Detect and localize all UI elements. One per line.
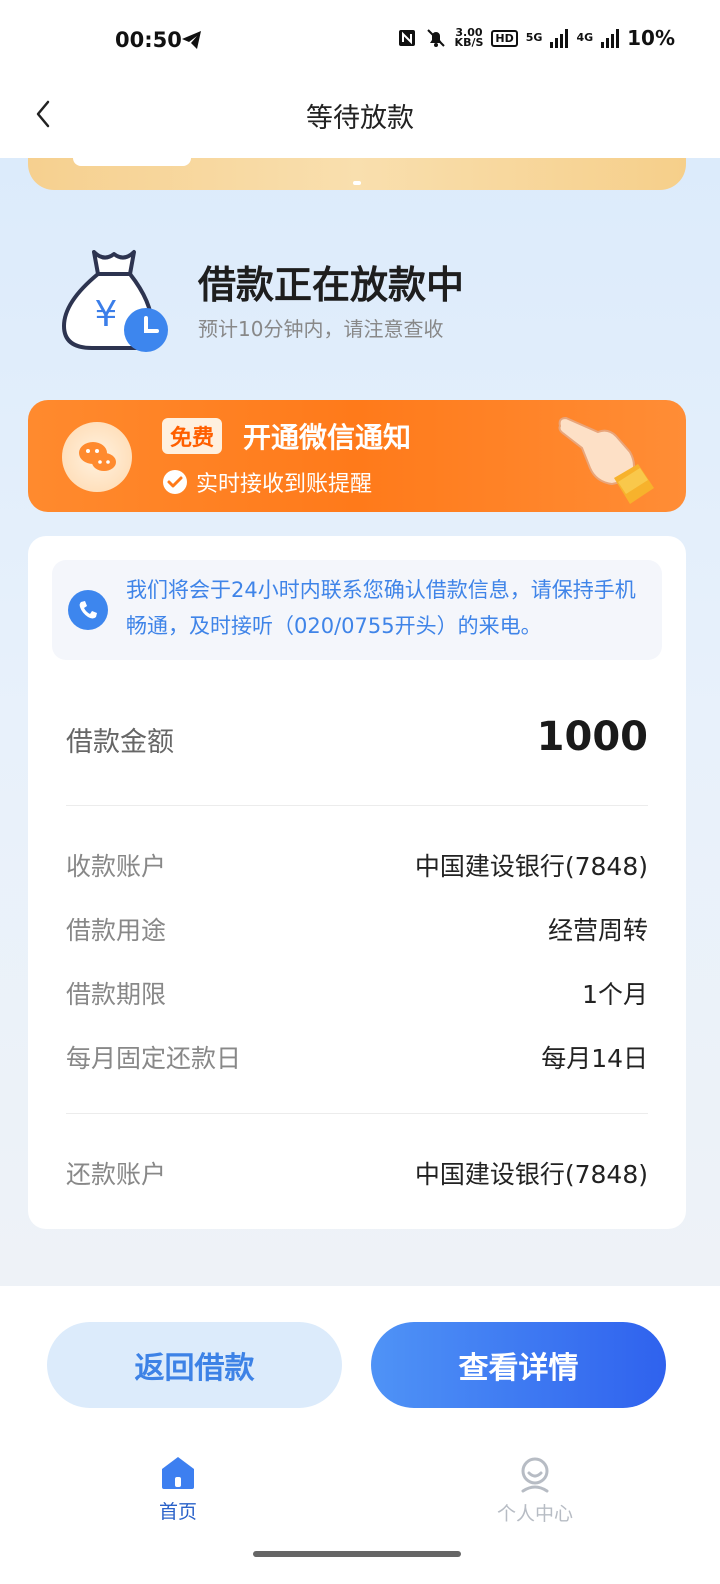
- nav-bar: 等待放款: [0, 80, 720, 158]
- row-label: 借款期限: [66, 980, 167, 1009]
- signal-icon-2: [601, 28, 620, 48]
- tab-home[interactable]: 首页: [108, 1455, 248, 1535]
- status-icons: 3.00 KB/S HD 5G 4G 10%: [397, 26, 675, 50]
- free-tag: 免费: [162, 418, 223, 454]
- row-label: 每月固定还款日: [66, 1044, 242, 1073]
- phone-icon: [68, 590, 108, 630]
- nfc-icon: [398, 30, 415, 46]
- telegram-icon: [182, 31, 201, 49]
- amount-label: 借款金额: [66, 727, 174, 758]
- view-details-button[interactable]: 查看详情: [371, 1322, 666, 1408]
- detail-row-repay-day: 每月固定还款日 每月14日: [66, 1039, 648, 1079]
- loan-status: ¥ 借款正在放款中 预计10分钟内，请注意查收: [56, 240, 676, 360]
- wechat-title: 开通微信通知: [243, 421, 412, 454]
- battery-level: 10%: [627, 26, 675, 50]
- wechat-subtitle-row: 实时接收到账提醒: [162, 466, 372, 498]
- tab-profile-label: 个人中心: [496, 1503, 573, 1525]
- banner-image-fragment: [73, 158, 191, 166]
- row-value: 经营周转: [547, 916, 648, 945]
- net-speed: 3.00 KB/S: [454, 27, 484, 49]
- row-label: 还款账户: [66, 1160, 167, 1189]
- row-value: 中国建设银行(7848): [414, 852, 648, 881]
- row-label: 收款账户: [66, 852, 167, 881]
- detail-row-repay-account: 还款账户 中国建设银行(7848): [66, 1155, 648, 1195]
- status-bar: 00:50 3.00 KB/S HD 5G 4G 10%: [0, 0, 720, 80]
- notice-text: 我们将会于24小时内联系您确认借款信息，请保持手机畅通，及时接听（020/075…: [126, 578, 636, 638]
- gesture-bar: [253, 1551, 461, 1557]
- wechat-subtitle: 实时接收到账提醒: [196, 472, 373, 497]
- wechat-notify-banner[interactable]: 免费 开通微信通知 实时接收到账提醒: [28, 400, 686, 512]
- status-subtitle: 预计10分钟内，请注意查收: [198, 317, 444, 341]
- check-circle-icon: [163, 470, 187, 494]
- network-4g: 4G: [576, 31, 594, 44]
- wechat-icon: [62, 422, 132, 492]
- hd-badge: HD: [491, 29, 518, 47]
- network-5g: 5G: [525, 31, 543, 44]
- detail-row-purpose: 借款用途 经营周转: [66, 911, 648, 951]
- contact-notice: 我们将会于24小时内联系您确认借款信息，请保持手机畅通，及时接听（020/075…: [52, 560, 662, 660]
- row-value: 中国建设银行(7848): [414, 1160, 648, 1189]
- loan-detail-card: 我们将会于24小时内联系您确认借款信息，请保持手机畅通，及时接听（020/075…: [28, 536, 686, 1229]
- return-loan-button[interactable]: 返回借款: [47, 1322, 342, 1408]
- tab-home-label: 首页: [158, 1501, 197, 1523]
- divider: [66, 1113, 648, 1114]
- divider: [66, 805, 648, 806]
- carousel-indicator: [353, 181, 361, 185]
- home-icon: [162, 1457, 194, 1489]
- status-title: 借款正在放款中: [198, 263, 465, 307]
- page-title: 等待放款: [306, 103, 414, 134]
- amount-value: 1000: [536, 714, 648, 760]
- detail-row-receive-account: 收款账户 中国建设银行(7848): [66, 847, 648, 887]
- banner-carousel[interactable]: [28, 158, 686, 190]
- money-bag-icon: ¥: [62, 250, 168, 352]
- user-icon: [521, 1457, 549, 1493]
- tab-profile[interactable]: 个人中心: [465, 1455, 605, 1535]
- signal-icon: [550, 28, 569, 48]
- net-speed-unit: KB/S: [454, 36, 484, 49]
- pointing-hand-icon: [558, 416, 654, 504]
- svg-text:¥: ¥: [95, 294, 118, 335]
- row-label: 借款用途: [66, 916, 167, 945]
- mute-bell-icon: [426, 29, 445, 47]
- detail-row-term: 借款期限 1个月: [66, 975, 648, 1015]
- row-value: 每月14日: [541, 1044, 648, 1073]
- row-value: 1个月: [582, 980, 648, 1009]
- status-time: 00:50: [115, 28, 182, 52]
